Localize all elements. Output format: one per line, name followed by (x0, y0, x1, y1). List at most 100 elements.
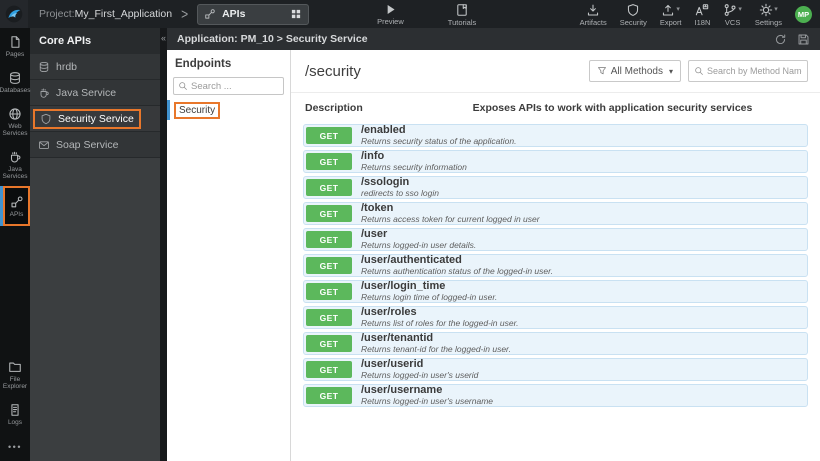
folder-icon (8, 360, 22, 374)
shield-icon (626, 3, 640, 17)
sidebar-item-pages[interactable]: Pages (0, 28, 30, 64)
core-api-item-java-service[interactable]: Java Service (30, 80, 160, 106)
method-badge: GET (306, 257, 352, 274)
topbar-item-export[interactable]: ▾ Export (660, 3, 682, 26)
sidebar-top-items: Pages Databases Web Services Java Services A… (0, 28, 31, 226)
core-apis-list: hrdb Java Service Security Service Soap Ser… (30, 54, 160, 158)
topbar-item-i18n[interactable]: I18N (695, 3, 710, 26)
grid-icon[interactable] (290, 8, 302, 20)
endpoint-text: /user/tenantid Returns tenant-id for the … (352, 333, 511, 354)
main-content: Endpoints Security /security All Methods… (167, 50, 820, 461)
endpoints-list: Security (167, 100, 290, 120)
method-badge: GET (306, 205, 352, 222)
method-badge: GET (306, 387, 352, 404)
endpoint-description: Returns logged-in user's userid (361, 370, 479, 380)
caret-down-icon: ▾ (774, 5, 778, 13)
coffee-icon (8, 150, 22, 164)
endpoint-text: /user/userid Returns logged-in user's use… (352, 359, 479, 380)
core-apis-title: Core APIs (30, 28, 160, 54)
gear-icon: ▾ (759, 3, 778, 17)
sidebar-item-file-explorer[interactable]: File Explorer (0, 353, 30, 396)
method-search-input[interactable] (707, 66, 802, 76)
save-icon[interactable] (797, 33, 810, 46)
endpoint-description: Returns access token for current logged … (361, 214, 540, 224)
tutorials-button[interactable]: Tutorials (448, 3, 476, 26)
envelope-icon (38, 139, 50, 151)
endpoint-path: /user/roles (361, 306, 417, 318)
topbar-item-security[interactable]: Security (620, 3, 647, 26)
endpoint-row[interactable]: GET/user Returns logged-in user details. (303, 228, 808, 251)
globe-icon (8, 107, 22, 121)
topbar-item-artifacts[interactable]: Artifacts (580, 3, 607, 26)
project-label: Project: (39, 8, 75, 20)
refresh-icon[interactable] (774, 33, 787, 46)
endpoint-list: GET/enabled Returns security status of th… (291, 119, 820, 410)
sidebar-item-web-services[interactable]: Web Services (0, 100, 30, 143)
endpoint-row[interactable]: GET/user/roles Returns list of roles for … (303, 306, 808, 329)
methods-filter-dropdown[interactable]: All Methods ▾ (588, 60, 681, 82)
topbar-item-settings[interactable]: ▾ Settings (755, 3, 782, 26)
tutorials-label: Tutorials (447, 17, 477, 27)
filter-icon (597, 66, 607, 76)
vcs-icon: ▾ (723, 3, 742, 17)
method-badge: GET (306, 309, 352, 326)
i18n-icon (695, 3, 709, 17)
more-options-button[interactable]: ••• (0, 432, 30, 461)
caret-down-icon: ▾ (668, 66, 673, 76)
method-badge: GET (306, 127, 352, 144)
endpoint-text: /enabled Returns security status of the a… (352, 124, 517, 146)
endpoint-item-security[interactable]: Security (167, 100, 290, 120)
coffee-icon (38, 87, 50, 99)
user-avatar[interactable]: MP (795, 5, 812, 23)
endpoints-search-input[interactable] (191, 80, 279, 92)
endpoint-text: /ssologin redirects to sso login (352, 177, 439, 198)
wavemaker-logo-icon[interactable] (0, 0, 28, 28)
sidebar-item-java-services[interactable]: Java Services (0, 143, 30, 186)
apis-tab-label: APIs (222, 8, 246, 20)
topbar-item-vcs[interactable]: ▾ VCS (723, 3, 742, 26)
description-label: Description (305, 102, 363, 114)
endpoint-path: /enabled (361, 124, 406, 136)
sidebar-item-label: Java Services (2, 166, 28, 180)
caret-down-icon: ▾ (676, 5, 680, 13)
endpoint-description: Returns logged-in user's username (361, 396, 494, 406)
api-icon (204, 8, 216, 20)
method-search (688, 60, 808, 82)
endpoint-row[interactable]: GET/enabled Returns security status of th… (303, 124, 808, 147)
topbar-item-label: Security (619, 17, 647, 27)
core-api-item-hrdb[interactable]: hrdb (30, 54, 160, 80)
method-badge: GET (306, 335, 352, 352)
database-icon (8, 71, 22, 85)
endpoint-row[interactable]: GET/info Returns security information (303, 150, 808, 173)
collapse-panel-button[interactable]: « (160, 33, 167, 43)
endpoint-description: Returns list of roles for the logged-in … (361, 318, 519, 328)
endpoint-row[interactable]: GET/user/userid Returns logged-in user's … (303, 358, 808, 381)
endpoint-description: Returns authentication status of the log… (361, 266, 553, 276)
method-badge: GET (306, 361, 352, 378)
apis-tab[interactable]: APIs (197, 3, 310, 25)
endpoint-text: /user/login_time Returns login time of lo… (352, 281, 498, 302)
endpoint-text: /token Returns access token for current l… (352, 203, 540, 224)
endpoint-row[interactable]: GET/user/username Returns logged-in user'… (303, 384, 808, 407)
project-name: My_First_Application (74, 8, 173, 20)
service-description: Exposes APIs to work with application se… (472, 102, 753, 114)
endpoint-item-label: Security (174, 101, 221, 119)
endpoint-row[interactable]: GET/user/tenantid Returns tenant-id for t… (303, 332, 808, 355)
endpoint-description: Returns login time of logged-in user. (361, 292, 498, 302)
sidebar-item-apis[interactable]: APIs (0, 186, 30, 226)
download-icon (586, 3, 600, 17)
app-shell: Pages Databases Web Services Java Services A… (0, 28, 820, 461)
preview-button[interactable]: Preview (377, 3, 404, 25)
endpoint-row[interactable]: GET/token Returns access token for curren… (303, 202, 808, 225)
endpoint-row[interactable]: GET/user/authenticated Returns authentica… (303, 254, 808, 277)
core-api-item-security-service[interactable]: Security Service (30, 106, 160, 132)
endpoint-row[interactable]: GET/user/login_time Returns login time of… (303, 280, 808, 303)
sidebar-item-logs[interactable]: Logs (0, 396, 30, 432)
endpoint-row[interactable]: GET/ssologin redirects to sso login (303, 176, 808, 199)
sidebar-item-databases[interactable]: Databases (0, 64, 31, 100)
core-api-item-label: Security Service (58, 112, 134, 125)
core-api-item-soap-service[interactable]: Soap Service (30, 132, 160, 158)
endpoint-description: Returns security status of the applicati… (361, 136, 517, 146)
core-api-item-label: Soap Service (56, 138, 119, 151)
endpoints-panel: Endpoints Security (167, 50, 291, 461)
